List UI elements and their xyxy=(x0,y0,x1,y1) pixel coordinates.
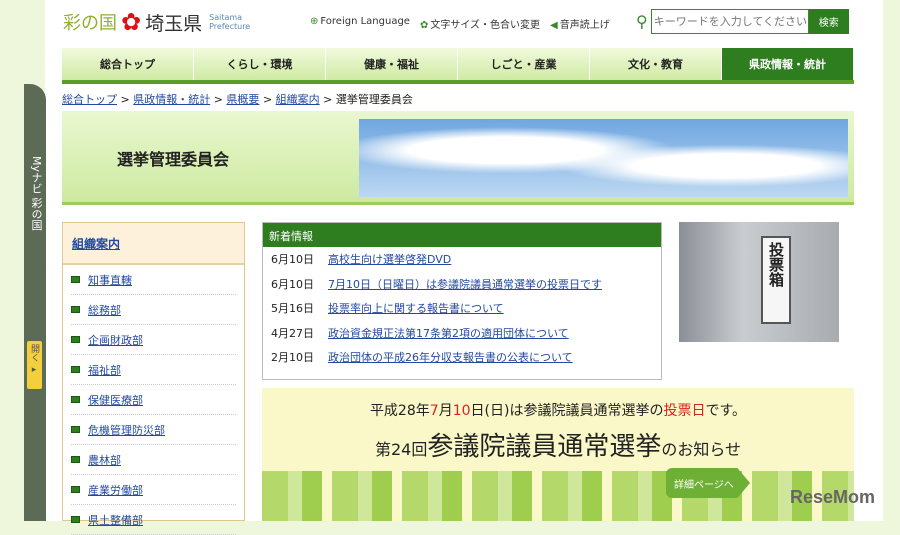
breadcrumb-link[interactable]: 組織案内 xyxy=(276,93,320,106)
news-link[interactable]: 投票率向上に関する報告書について xyxy=(328,300,504,316)
sidebar-link[interactable]: 福祉部 xyxy=(88,362,121,378)
nav-work[interactable]: しごと・産業 xyxy=(458,48,590,80)
utility-links: ⊕ Foreign Language ✿ 文字サイズ・色合い変更 ◀ 音声読上げ xyxy=(310,16,610,31)
sidebar-item[interactable]: 知事直轄 xyxy=(71,265,236,295)
election-banner[interactable]: 平成28年7月10日(日)は参議院議員通常選挙の投票日です。 第24回参議院議員… xyxy=(262,388,854,521)
sidebar-item[interactable]: 企画財政部 xyxy=(71,325,236,355)
breadcrumb: 総合トップ > 県政情報・統計 > 県概要 > 組織案内 > 選挙管理委員会 xyxy=(62,93,413,106)
nav-government[interactable]: 県政情報・統計 xyxy=(722,48,854,80)
search-button[interactable]: 検索 xyxy=(808,9,849,34)
news-link[interactable]: 高校生向け選挙啓発DVD xyxy=(328,251,451,267)
news-item: 6月10日 7月10日（日曜日）は参議院議員通常選挙の投票日です xyxy=(263,272,661,297)
sidebar-title[interactable]: 組織案内 xyxy=(72,237,120,251)
globe-icon: ⊕ xyxy=(310,16,319,27)
logo-prefecture: 埼玉県 xyxy=(145,12,203,35)
news-link[interactable]: 7月10日（日曜日）は参議院議員通常選挙の投票日です xyxy=(328,276,602,292)
sidebar-item[interactable]: 総務部 xyxy=(71,295,236,325)
mynavi-panel[interactable]: Myナビ 彩の国 開く ▸ xyxy=(24,84,46,521)
sidebar-link[interactable]: 県土整備部 xyxy=(88,512,143,528)
banner-line2: 第24回参議院議員通常選挙のお知らせ xyxy=(374,432,742,462)
page-header-banner: 選挙管理委員会 xyxy=(62,111,854,205)
town-illustration xyxy=(262,471,854,521)
news-date: 2月10日 xyxy=(271,351,314,365)
sidebar-item[interactable]: 危機管理防災部 xyxy=(71,415,236,445)
foreign-language-link[interactable]: ⊕ Foreign Language xyxy=(310,16,410,31)
flower-logo-icon: ✿ xyxy=(121,8,142,36)
nav-health[interactable]: 健康・福祉 xyxy=(326,48,458,80)
sidebar-link[interactable]: 農林部 xyxy=(88,452,121,468)
bullet-icon xyxy=(71,426,80,433)
bullet-icon xyxy=(71,396,80,403)
speaker-icon: ◀ xyxy=(550,20,558,31)
right-margin xyxy=(883,0,900,521)
news-item: 6月10日 高校生向け選挙啓発DVD xyxy=(263,247,661,272)
sidebar-link[interactable]: 総務部 xyxy=(88,302,121,318)
sky-image xyxy=(359,119,848,197)
bullet-icon xyxy=(71,516,80,523)
news-item: 2月10日 政治団体の平成26年分収支報告書の公表について xyxy=(263,345,661,370)
gear-icon: ✿ xyxy=(419,20,429,31)
site-logo[interactable]: 彩の国 ✿ 埼玉県 Saitama Prefecture xyxy=(63,8,250,36)
search-input[interactable] xyxy=(650,9,809,34)
sidebar-link[interactable]: 企画財政部 xyxy=(88,332,143,348)
sidebar: 組織案内 知事直轄総務部企画財政部福祉部保健医療部危機管理防災部 農林部産業労働部… xyxy=(62,222,245,535)
sidebar-item[interactable]: 産業労働部 xyxy=(71,475,236,505)
page-title: 選挙管理委員会 xyxy=(117,150,230,169)
nav-culture[interactable]: 文化・教育 xyxy=(590,48,722,80)
breadcrumb-link[interactable]: 総合トップ xyxy=(62,93,117,106)
logo-text: 彩の国 xyxy=(63,13,117,34)
read-aloud-link[interactable]: ◀ 音声読上げ xyxy=(550,16,610,31)
sidebar-link[interactable]: 保健医療部 xyxy=(88,392,143,408)
news-item: 4月27日 政治資金規正法第17条第2項の適用団体について xyxy=(263,321,661,346)
breadcrumb-link[interactable]: 県概要 xyxy=(226,93,259,106)
mynavi-label: Myナビ 彩の国 xyxy=(30,156,43,231)
breadcrumb-link[interactable]: 県政情報・統計 xyxy=(133,93,210,106)
sidebar-link[interactable]: 産業労働部 xyxy=(88,482,143,498)
nav-top[interactable]: 総合トップ xyxy=(62,48,194,80)
bullet-icon xyxy=(71,306,80,313)
news-date: 6月10日 xyxy=(271,253,314,267)
sidebar-item[interactable]: 農林部 xyxy=(71,445,236,475)
sidebar-item[interactable]: 保健医療部 xyxy=(71,385,236,415)
sidebar-link[interactable]: 危機管理防災部 xyxy=(88,422,165,438)
text-size-link[interactable]: ✿ 文字サイズ・色合い変更 xyxy=(420,16,540,31)
details-button[interactable]: 詳細ページへ xyxy=(666,468,750,498)
news-link[interactable]: 政治資金規正法第17条第2項の適用団体について xyxy=(328,325,569,341)
nav-life[interactable]: くらし・環境 xyxy=(194,48,326,80)
sidebar-link[interactable]: 知事直轄 xyxy=(88,272,132,288)
sidebar-item[interactable]: 県土整備部 xyxy=(71,505,236,535)
news-date: 5月16日 xyxy=(271,302,314,316)
ballot-box-photo: 投票箱 xyxy=(679,222,839,342)
sidebar-item[interactable]: 福祉部 xyxy=(71,355,236,385)
watermark-logo: ReseMom xyxy=(790,487,876,507)
bullet-icon xyxy=(71,486,80,493)
main-nav: 総合トップ くらし・環境 健康・福祉 しごと・産業 文化・教育 県政情報・統計 xyxy=(62,48,854,84)
mynavi-open-button[interactable]: 開く ▸ xyxy=(27,341,42,389)
logo-english: Saitama Prefecture xyxy=(209,13,251,31)
ballot-box-label: 投票箱 xyxy=(761,236,791,324)
news-title: 新着情報 xyxy=(263,223,661,247)
banner-line1: 平成28年7月10日(日)は参議院議員通常選挙の投票日です。 xyxy=(369,403,747,419)
bullet-icon xyxy=(71,456,80,463)
search-icon: ⚲ xyxy=(636,12,648,31)
news-date: 6月10日 xyxy=(271,277,314,291)
search-form: ⚲ 検索 xyxy=(636,9,849,34)
breadcrumb-current: 選挙管理委員会 xyxy=(335,93,413,106)
bullet-icon xyxy=(71,276,80,283)
bullet-icon xyxy=(71,336,80,343)
news-link[interactable]: 政治団体の平成26年分収支報告書の公表について xyxy=(328,349,573,365)
news-item: 5月16日 投票率向上に関する報告書について xyxy=(263,296,661,321)
news-date: 4月27日 xyxy=(271,326,314,340)
bullet-icon xyxy=(71,366,80,373)
news-panel: 新着情報 6月10日 高校生向け選挙啓発DVD 6月10日 7月10日（日曜日）は参議… xyxy=(262,222,662,380)
